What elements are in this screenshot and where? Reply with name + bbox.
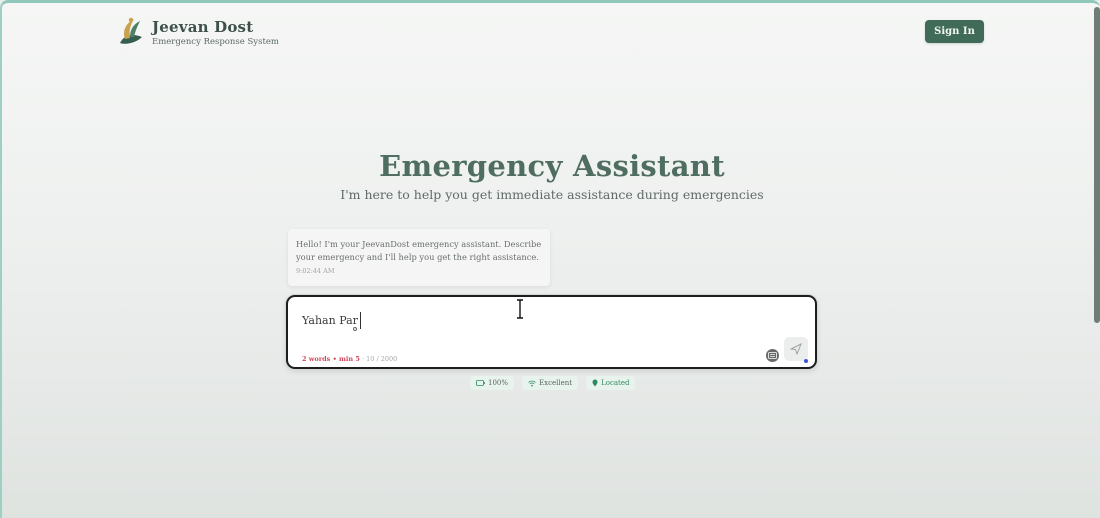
page-title: Emergency Assistant <box>379 149 725 183</box>
app-window: Jeevan Dost Emergency Response System Si… <box>0 0 1100 518</box>
status-bar: 100% Excellent Located <box>470 376 636 390</box>
message-timestamp: 9:02:44 AM <box>296 267 335 275</box>
voice-button[interactable] <box>766 349 779 362</box>
location-label: Located <box>601 379 630 387</box>
text-caret <box>359 312 361 329</box>
location-pin-icon <box>592 379 598 387</box>
message-text: Hello! I'm your JeevanDost emergency ass… <box>296 239 542 262</box>
char-count: · 10 / 2000 <box>361 355 398 363</box>
input-counter: 2 words • min 5 · 10 / 2000 <box>302 355 397 363</box>
brand-name: Jeevan Dost <box>152 18 254 36</box>
caret-handle <box>353 327 357 331</box>
word-count-warning: 2 words • min 5 <box>302 355 360 363</box>
battery-level: 100% <box>488 379 509 387</box>
assistant-message: Hello! I'm your JeevanDost emergency ass… <box>288 229 550 286</box>
signal-label: Excellent <box>539 379 573 387</box>
brand-logo[interactable]: Jeevan Dost Emergency Response System <box>116 15 279 47</box>
location-status: Located <box>586 376 636 390</box>
sign-in-button[interactable]: Sign In <box>925 20 984 43</box>
send-button[interactable] <box>784 337 808 361</box>
signal-status: Excellent <box>522 376 579 390</box>
brand-tagline: Emergency Response System <box>152 37 279 47</box>
emergency-input[interactable]: Yahan Par 2 words • min 5 · 10 / 2000 <box>286 295 817 369</box>
keyboard-icon <box>768 352 777 359</box>
leaf-logo-icon <box>120 17 142 44</box>
input-value[interactable]: Yahan Par <box>302 312 361 329</box>
page-subtitle: I'm here to help you get immediate assis… <box>340 187 764 202</box>
send-icon <box>790 343 802 355</box>
status-dot <box>804 359 808 363</box>
wifi-icon <box>528 380 536 386</box>
input-text: Yahan Par <box>302 314 358 327</box>
battery-status: 100% <box>470 376 515 390</box>
battery-icon <box>476 380 485 386</box>
text-cursor-icon <box>517 299 523 319</box>
